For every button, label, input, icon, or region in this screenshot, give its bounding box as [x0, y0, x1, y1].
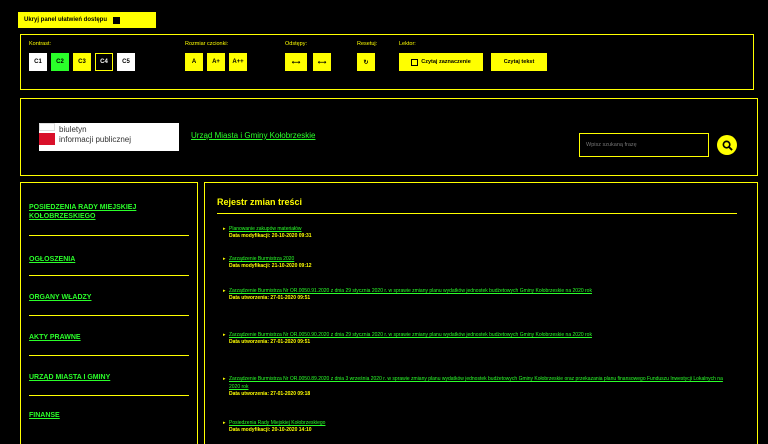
- sidebar-divider: [29, 395, 189, 396]
- entry-date: Data utworzenia: 27-01-2020 09:51: [229, 295, 311, 301]
- spacing-letter-button[interactable]: ⟷: [285, 53, 307, 71]
- entry-date: Data utworzenia: 27-01-2020 09:51: [229, 339, 311, 345]
- read-selected-label: Czytaj zaznaczenie: [421, 59, 471, 65]
- sidebar-divider: [29, 275, 189, 276]
- contrast-option-c3[interactable]: C3: [73, 53, 91, 71]
- reset-label: Resetuj:: [357, 41, 378, 47]
- read-selected-button[interactable]: Czytaj zaznaczenie: [399, 53, 483, 71]
- sidebar-divider: [29, 315, 189, 316]
- contrast-option-c4[interactable]: C4: [95, 53, 113, 71]
- reset-button[interactable]: ↻: [357, 53, 375, 71]
- entry-link[interactable]: Posiedzenia Rady Miejskiej Kołobrzeskieg…: [223, 419, 733, 427]
- font-size-label: Rozmiar czcionki:: [185, 41, 229, 47]
- font-size-largest[interactable]: A++: [229, 53, 247, 71]
- panel-icon: [113, 16, 121, 24]
- sidebar-menu: POSIEDZENIA RADY MIEJSKIEJ KOŁOBRZESKIEG…: [20, 182, 198, 444]
- list-item: Zarządzenie Burmistrza Nr OR.0050.90.202…: [223, 331, 733, 346]
- entry-link[interactable]: Zarządzenie Burmistrza Nr OR.0050.89.202…: [223, 375, 733, 391]
- contrast-option-c1[interactable]: C1: [29, 53, 47, 71]
- title-divider: [217, 213, 737, 214]
- spacing-line-button[interactable]: ⟷: [313, 53, 331, 71]
- main-content: Rejestr zmian treści Planowanie zakupów …: [204, 182, 758, 444]
- sidebar-divider: [29, 235, 189, 236]
- list-item: Zarządzenie Burmistrza Nr OR.0050.89.202…: [223, 375, 733, 398]
- entry-date: Data modyfikacji: 20-10-2020 14:10: [229, 427, 312, 433]
- font-size-normal[interactable]: A: [185, 53, 203, 71]
- entry-link[interactable]: Planowanie zakupów materiałów: [223, 225, 733, 233]
- sidebar-item-urzad[interactable]: URZĄD MIASTA I GMINY: [29, 373, 189, 382]
- list-item: Posiedzenia Rady Miejskiej Kołobrzeskieg…: [223, 419, 733, 434]
- sidebar-item-finanse[interactable]: FINANSE: [29, 411, 189, 420]
- sidebar-divider: [29, 355, 189, 356]
- entry-link[interactable]: Zarządzenie Burmistrza 2020: [223, 255, 733, 263]
- refresh-icon: ↻: [363, 59, 369, 66]
- hide-panel-button[interactable]: Ukryj panel ułatwień dostępu: [18, 12, 156, 28]
- search-input[interactable]: [579, 133, 709, 157]
- sidebar-item-akty-prawne[interactable]: AKTY PRAWNE: [29, 333, 189, 342]
- search-button[interactable]: [717, 135, 737, 155]
- site-header: biuletyn informacji publicznej Urząd Mia…: [20, 98, 758, 176]
- contrast-option-c5[interactable]: C5: [117, 53, 135, 71]
- sidebar-item-organy-wladzy[interactable]: ORGANY WŁADZY: [29, 293, 189, 302]
- font-size-larger[interactable]: A+: [207, 53, 225, 71]
- search-icon: [722, 140, 733, 151]
- bip-logo-line2: informacji publicznej: [59, 135, 132, 144]
- entry-date: Data utworzenia: 27-01-2020 09:18: [229, 391, 311, 397]
- read-text-label: Czytaj tekst: [503, 59, 535, 65]
- entry-date: Data modyfikacji: 21-10-2020 09:12: [229, 263, 312, 269]
- page-title: Rejestr zmian treści: [217, 197, 303, 207]
- sidebar-item-posiedzenia[interactable]: POSIEDZENIA RADY MIEJSKIEJ KOŁOBRZESKIEG…: [29, 203, 189, 221]
- reader-label: Lektor:: [399, 41, 416, 47]
- arrows-horizontal-icon: ⟷: [291, 59, 301, 66]
- entry-link[interactable]: Zarządzenie Burmistrza Nr OR.0050.90.202…: [223, 331, 733, 339]
- list-item: Zarządzenie Burmistrza 2020 Data modyfik…: [223, 255, 733, 270]
- entry-link[interactable]: Zarządzenie Burmistrza Nr OR.0050.91.202…: [223, 287, 733, 295]
- bip-logo[interactable]: biuletyn informacji publicznej: [39, 123, 179, 151]
- hide-panel-label: Ukryj panel ułatwień dostępu: [24, 17, 108, 23]
- entry-date: Data modyfikacji: 20-10-2020 09:31: [229, 233, 312, 239]
- sidebar-item-ogloszenia[interactable]: OGŁOSZENIA: [29, 255, 189, 264]
- bip-logo-line1: biuletyn: [59, 125, 87, 134]
- accessibility-panel: Kontrast: C1 C2 C3 C4 C5 Rozmiar czcionk…: [20, 34, 754, 90]
- site-title-link[interactable]: Urząd Miasta i Gminy Kołobrzeskie: [191, 131, 315, 140]
- read-text-button[interactable]: Czytaj tekst: [491, 53, 547, 71]
- contrast-label: Kontrast:: [29, 41, 52, 47]
- arrows-vertical-icon: ⟷: [317, 59, 327, 66]
- list-item: Zarządzenie Burmistrza Nr OR.0050.91.202…: [223, 287, 733, 302]
- flag-white-stripe: [39, 123, 55, 131]
- spacing-label: Odstępy:: [285, 41, 308, 47]
- checkbox-icon: [411, 58, 419, 66]
- list-item: Planowanie zakupów materiałów Data modyf…: [223, 225, 733, 240]
- flag-red-stripe: [39, 133, 55, 145]
- contrast-option-c2[interactable]: C2: [51, 53, 69, 71]
